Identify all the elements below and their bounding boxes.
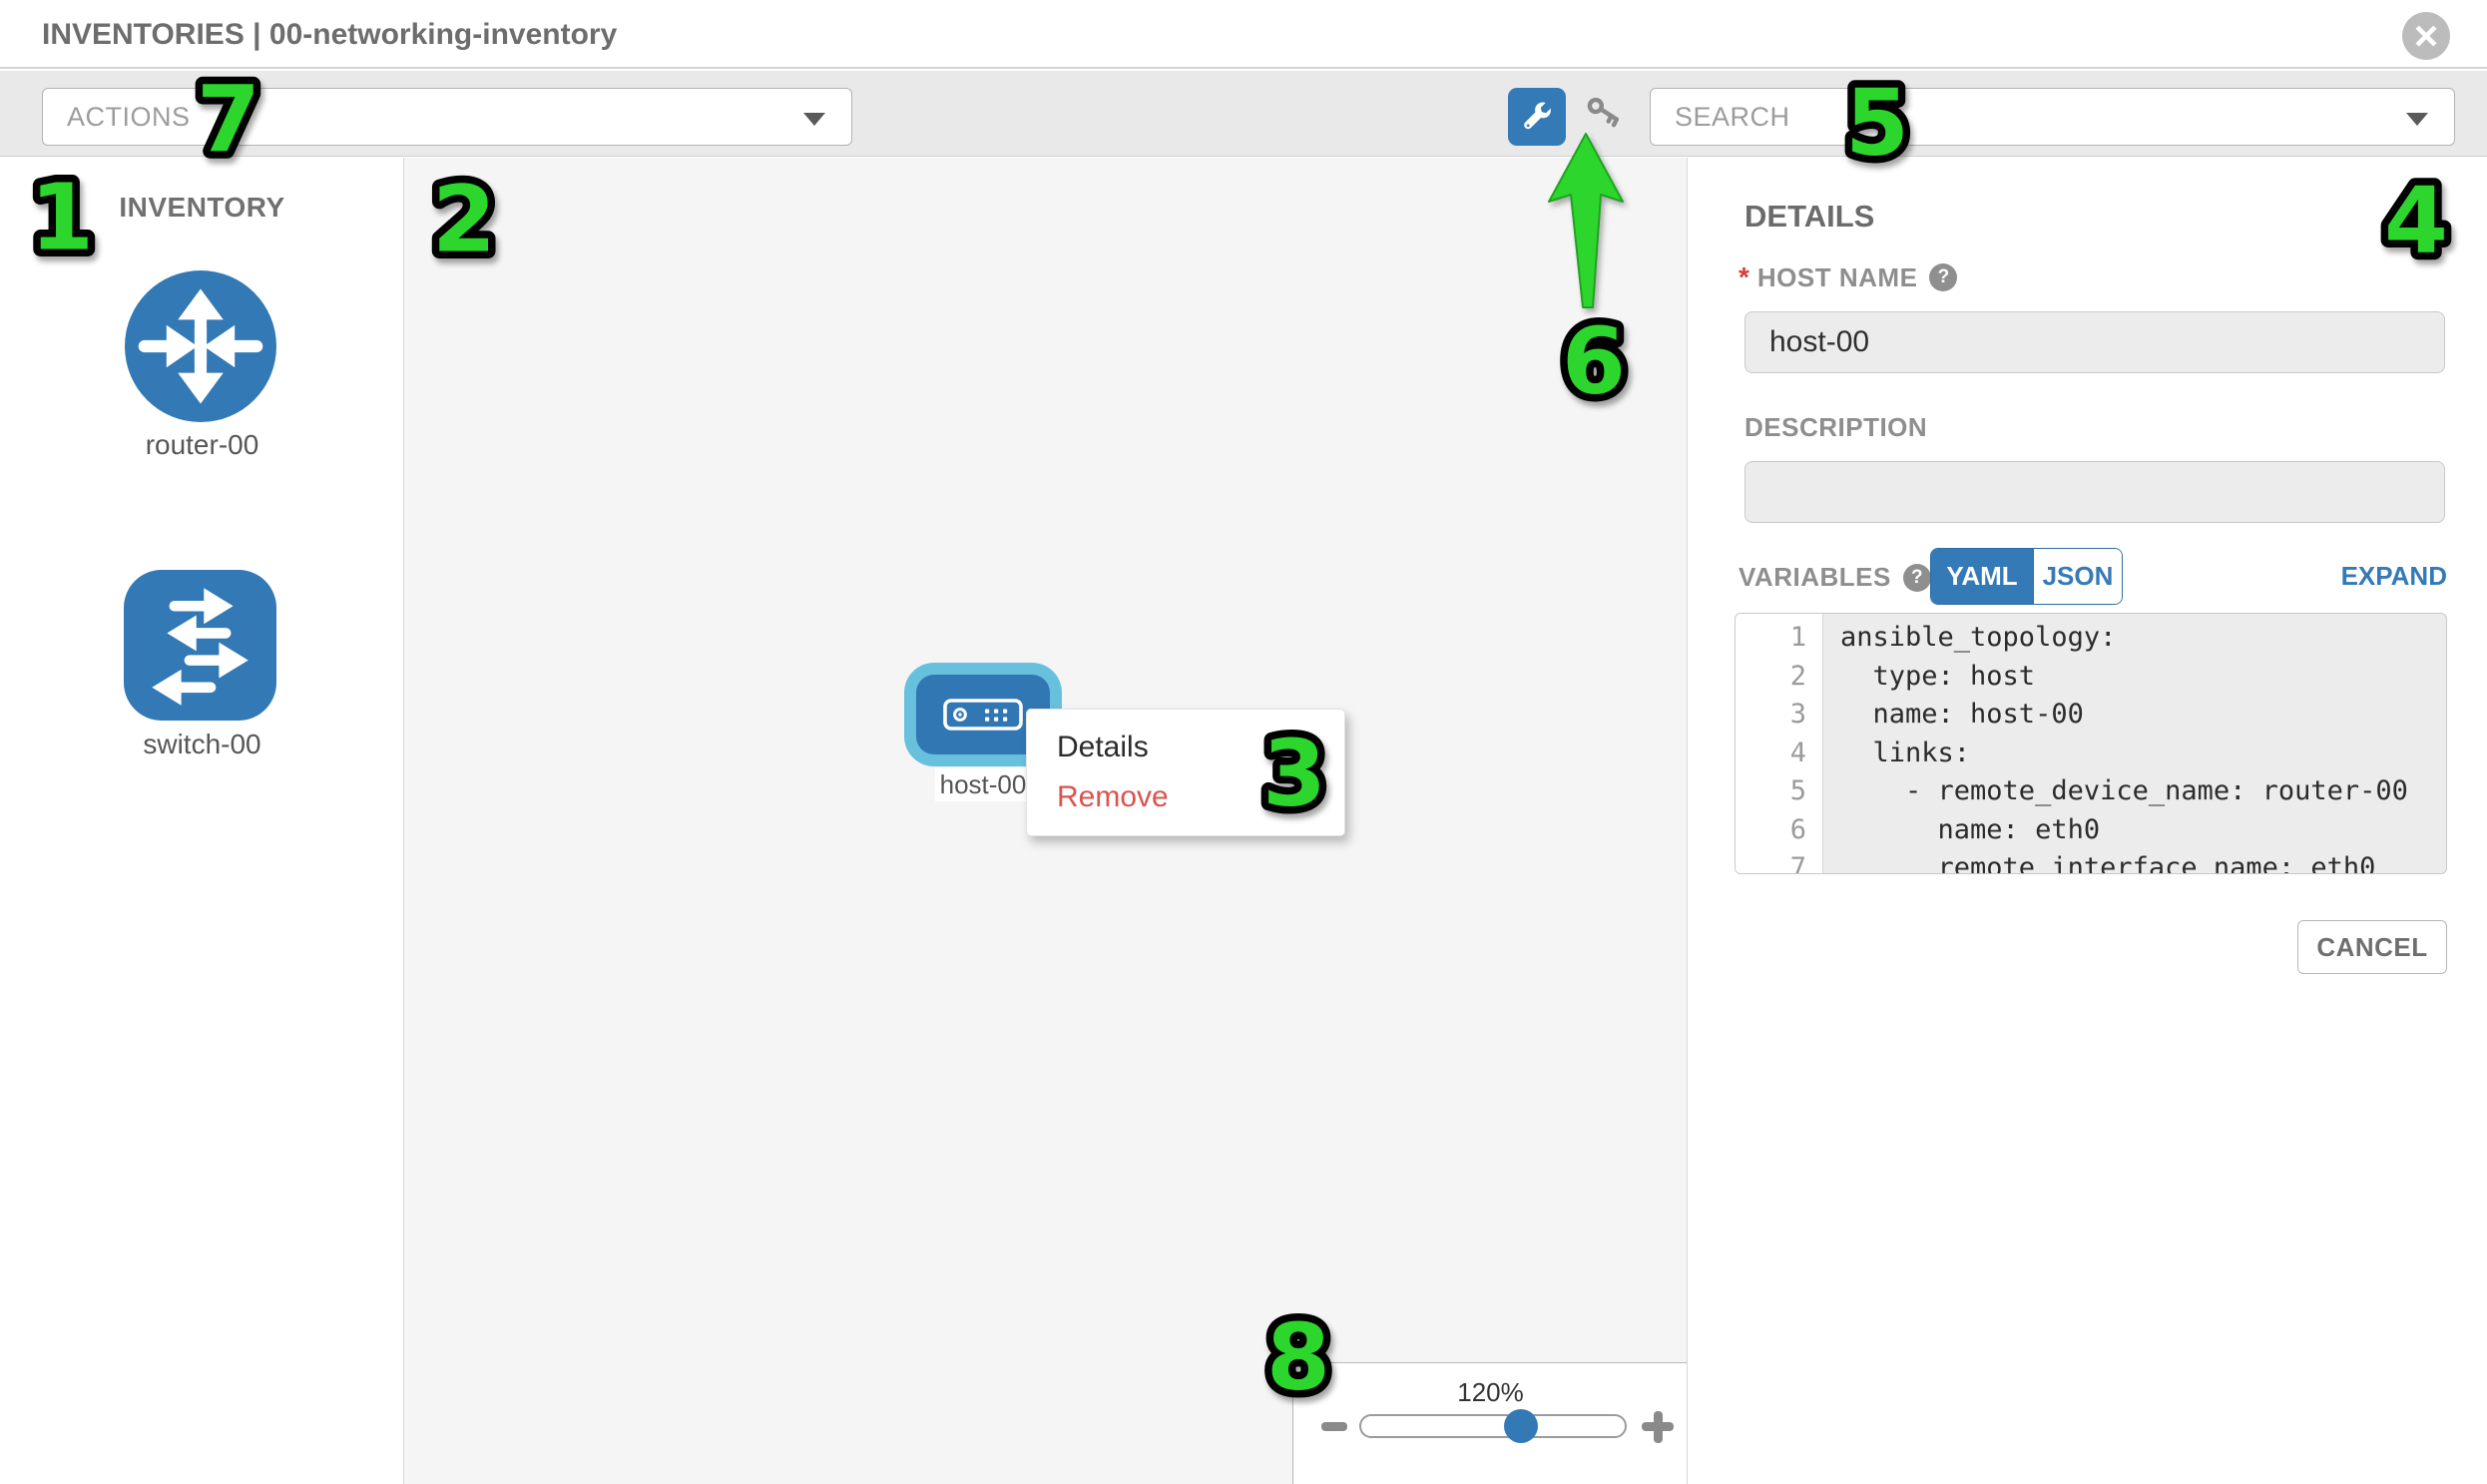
- page-title: INVENTORIES | 00-networking-inventory: [42, 0, 617, 69]
- help-icon[interactable]: ?: [1903, 564, 1931, 592]
- help-icon[interactable]: ?: [1929, 263, 1957, 291]
- host-name-label: HOST NAME: [1757, 262, 1918, 293]
- description-input[interactable]: [1744, 461, 2445, 523]
- search-placeholder: SEARCH: [1675, 102, 1790, 133]
- actions-placeholder: ACTIONS: [67, 102, 191, 133]
- editor-gutter: 1 2 3 4 5 6 7: [1736, 614, 1823, 874]
- close-icon[interactable]: ×: [2402, 12, 2450, 60]
- key-icon: [1583, 94, 1627, 134]
- zoom-out-button[interactable]: [1321, 1422, 1347, 1431]
- required-asterisk: *: [1739, 261, 1749, 293]
- code-line: name: host-00: [1824, 696, 2447, 735]
- code-line: ansible_topology:: [1824, 619, 2447, 658]
- host-name-input[interactable]: [1744, 311, 2445, 373]
- variables-label: VARIABLES: [1739, 562, 1891, 593]
- line-number: 2: [1736, 658, 1822, 697]
- sidebar-item-router-label: router-00: [0, 429, 404, 461]
- code-line: name: eth0: [1824, 811, 2447, 850]
- chevron-down-icon: [803, 113, 825, 126]
- page-header: INVENTORIES | 00-networking-inventory ×: [0, 0, 2487, 69]
- cancel-button[interactable]: CANCEL: [2297, 920, 2447, 974]
- code-line: links:: [1824, 735, 2447, 773]
- zoom-in-button-bar[interactable]: [1654, 1411, 1663, 1443]
- zoom-slider-thumb[interactable]: [1504, 1409, 1538, 1443]
- line-number: 1: [1736, 619, 1822, 658]
- variables-code-editor[interactable]: 1 2 3 4 5 6 7 ansible_topology: type: ho…: [1735, 613, 2447, 874]
- context-menu-item-details[interactable]: Details: [1057, 727, 1344, 768]
- sidebar-item-switch[interactable]: [124, 570, 276, 721]
- line-number: 7: [1736, 849, 1822, 874]
- router-icon: [125, 270, 276, 422]
- close-glyph: ×: [2414, 15, 2439, 57]
- sidebar-item-router[interactable]: [125, 270, 276, 422]
- context-menu-item-remove[interactable]: Remove: [1057, 776, 1344, 818]
- zoom-control-panel: 120%: [1292, 1362, 1687, 1484]
- variables-format-toggle: YAML JSON: [1930, 548, 2123, 605]
- zoom-slider[interactable]: [1359, 1414, 1627, 1438]
- line-number: 5: [1736, 772, 1822, 811]
- code-line: remote_interface_name: eth0: [1824, 849, 2447, 874]
- line-number: 3: [1736, 696, 1822, 735]
- description-label: DESCRIPTION: [1744, 412, 1927, 443]
- code-line: type: host: [1824, 658, 2447, 697]
- host-node-label: host-00: [935, 768, 1031, 801]
- context-menu: Details Remove: [1026, 709, 1345, 836]
- tab-yaml[interactable]: YAML: [1931, 549, 2033, 604]
- key-tool-button[interactable]: [1583, 94, 1627, 134]
- line-number: 4: [1736, 735, 1822, 773]
- wrench-icon: [1518, 98, 1556, 136]
- expand-link[interactable]: EXPAND: [2250, 561, 2447, 592]
- code-line: - remote_device_name: router-00: [1824, 772, 2447, 811]
- chevron-down-icon: [2406, 113, 2428, 126]
- editor-code: ansible_topology: type: host name: host-…: [1824, 614, 2447, 874]
- host-name-field-row: * HOST NAME ?: [1739, 261, 1957, 293]
- actions-dropdown[interactable]: ACTIONS: [42, 88, 852, 146]
- host-icon: [943, 699, 1023, 731]
- sidebar-item-switch-label: switch-00: [0, 729, 404, 760]
- details-panel-title: DETAILS: [1744, 199, 1874, 235]
- cancel-button-label: CANCEL: [2316, 932, 2427, 963]
- sidebar-title: INVENTORY: [0, 192, 404, 224]
- toolbar-mode-button[interactable]: [1508, 88, 1566, 146]
- switch-icon: [124, 570, 276, 721]
- zoom-level-label: 120%: [1293, 1377, 1688, 1408]
- variables-row: VARIABLES ?: [1739, 562, 1931, 593]
- line-number: 6: [1736, 811, 1822, 850]
- search-dropdown[interactable]: SEARCH: [1650, 88, 2455, 146]
- tab-json[interactable]: JSON: [2033, 549, 2122, 604]
- toolbar: ACTIONS SEARCH: [0, 71, 2487, 157]
